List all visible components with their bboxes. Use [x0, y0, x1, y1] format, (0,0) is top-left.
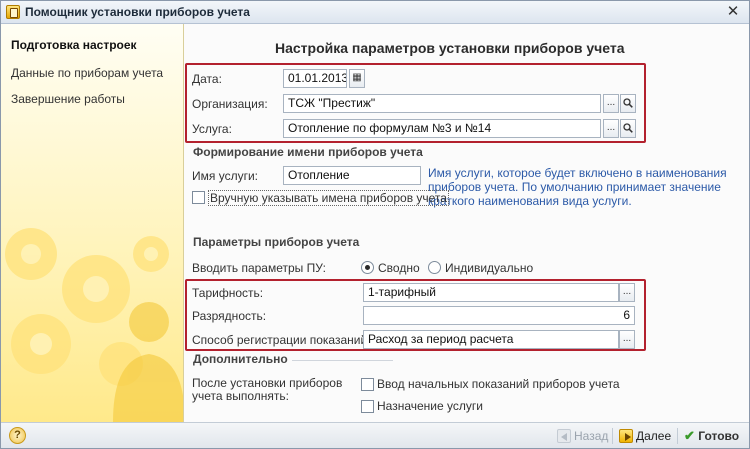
- sidebar-item-preparation[interactable]: Подготовка настроек: [11, 38, 137, 52]
- service-name-label: Имя услуги:: [192, 169, 258, 183]
- assign-service-label[interactable]: Назначение услуги: [377, 399, 483, 413]
- manual-names-checkbox[interactable]: [192, 191, 205, 204]
- assign-service-checkbox[interactable]: [361, 400, 374, 413]
- page-title: Настройка параметров установки приборов …: [275, 40, 625, 56]
- done-button[interactable]: ✔ Готово: [684, 426, 739, 446]
- sidebar-item-meter-data[interactable]: Данные по приборам учета: [11, 66, 163, 80]
- separator: [677, 428, 678, 444]
- radio-individual[interactable]: [428, 261, 441, 274]
- manual-names-label[interactable]: Вручную указывать имена приборов учета: [208, 190, 449, 206]
- registration-method-label: Способ регистрации показаний:: [192, 333, 371, 347]
- registration-method-select-button[interactable]: ...: [619, 330, 635, 349]
- separator: [612, 428, 613, 444]
- tariff-label: Тарифность:: [192, 286, 264, 300]
- enter-params-label: Вводить параметры ПУ:: [192, 261, 326, 275]
- radio-individual-label[interactable]: Индивидуально: [445, 261, 533, 275]
- organization-label: Организация:: [192, 97, 268, 111]
- window-title: Помощник установки приборов учета: [25, 5, 250, 19]
- tariff-field[interactable]: 1-тарифный: [363, 283, 619, 302]
- tariff-select-button[interactable]: ...: [619, 283, 635, 302]
- title-bar: Помощник установки приборов учета ✕: [1, 1, 749, 24]
- radio-summary-label[interactable]: Сводно: [378, 261, 420, 275]
- app-icon: [6, 5, 20, 19]
- service-name-field[interactable]: Отопление: [283, 166, 421, 185]
- params-section-title: Параметры приборов учета: [193, 235, 364, 249]
- digits-field[interactable]: 6: [363, 306, 635, 325]
- gears-decoration-icon: [5, 228, 183, 422]
- sidebar: Подготовка настроек Данные по приборам у…: [1, 24, 184, 422]
- service-field[interactable]: Отопление по формулам №3 и №14: [283, 119, 601, 138]
- organization-select-button[interactable]: ...: [603, 94, 619, 113]
- initial-readings-label[interactable]: Ввод начальных показаний приборов учета: [377, 377, 620, 391]
- date-field[interactable]: 01.01.2013: [283, 69, 347, 88]
- close-button[interactable]: ✕: [723, 3, 743, 21]
- initial-readings-checkbox[interactable]: [361, 378, 374, 391]
- calendar-icon[interactable]: ▦: [349, 69, 365, 88]
- checkmark-icon: ✔: [684, 428, 695, 443]
- sidebar-item-finish[interactable]: Завершение работы: [11, 92, 125, 106]
- organization-search-icon[interactable]: [620, 94, 636, 113]
- service-label: Услуга:: [192, 122, 232, 136]
- service-select-button[interactable]: ...: [603, 119, 619, 138]
- digits-label: Разрядность:: [192, 309, 267, 323]
- next-arrow-icon: [619, 429, 633, 443]
- service-name-hint: Имя услуги, которое будет включено в наи…: [428, 166, 727, 208]
- assistant-window: Помощник установки приборов учета ✕ Подг…: [0, 0, 750, 449]
- naming-section-title: Формирование имени приборов учета: [193, 145, 427, 159]
- registration-method-field[interactable]: Расход за период расчета: [363, 330, 619, 349]
- main-panel: Настройка параметров установки приборов …: [185, 24, 749, 422]
- back-arrow-icon: [557, 429, 571, 443]
- date-label: Дата:: [192, 72, 222, 86]
- extra-section-title: Дополнительно: [193, 352, 292, 366]
- organization-field[interactable]: ТСЖ "Престиж": [283, 94, 601, 113]
- back-button[interactable]: Назад: [557, 426, 608, 446]
- after-install-label: После установки приборов учета выполнять…: [192, 376, 343, 403]
- service-search-icon[interactable]: [620, 119, 636, 138]
- radio-summary[interactable]: [361, 261, 374, 274]
- bottom-bar: ? Назад Далее ✔ Готово: [1, 422, 749, 448]
- next-button[interactable]: Далее: [619, 426, 671, 446]
- help-button[interactable]: ?: [9, 427, 26, 444]
